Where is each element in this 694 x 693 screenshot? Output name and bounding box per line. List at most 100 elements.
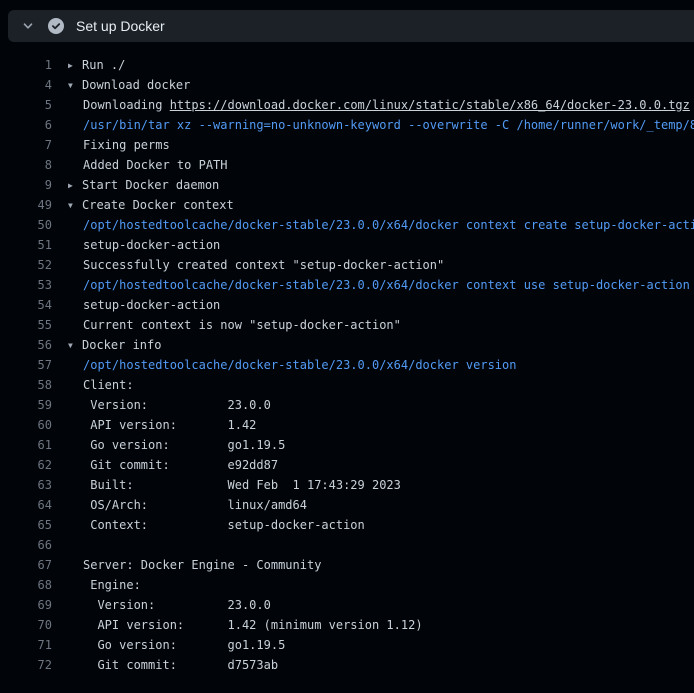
line-content: /opt/hostedtoolcache/docker-stable/23.0.… bbox=[52, 275, 694, 295]
line-content: /opt/hostedtoolcache/docker-stable/23.0.… bbox=[52, 215, 694, 235]
line-content: Git commit: d7573ab bbox=[52, 655, 694, 675]
line-content: Added Docker to PATH bbox=[52, 155, 694, 175]
log-line: 62 Git commit: e92dd87 bbox=[0, 455, 694, 475]
line-number[interactable]: 63 bbox=[0, 475, 52, 495]
line-number[interactable]: 62 bbox=[0, 455, 52, 475]
line-content: Built: Wed Feb 1 17:43:29 2023 bbox=[52, 475, 694, 495]
triangle-collapsed-icon[interactable]: ▶ bbox=[68, 56, 82, 75]
log-line: 60 API version: 1.42 bbox=[0, 415, 694, 435]
log-text: Git commit: d7573ab bbox=[83, 658, 278, 672]
log-line: 65 Context: setup-docker-action bbox=[0, 515, 694, 535]
group-header[interactable]: ▼Download docker bbox=[52, 75, 694, 95]
line-number[interactable]: 8 bbox=[0, 155, 52, 175]
group-header[interactable]: ▶Start Docker daemon bbox=[52, 175, 694, 195]
line-number[interactable]: 49 bbox=[0, 195, 52, 215]
line-number[interactable]: 64 bbox=[0, 495, 52, 515]
line-content: Current context is now "setup-docker-act… bbox=[52, 315, 694, 335]
log-line: 67 Server: Docker Engine - Community bbox=[0, 555, 694, 575]
line-number[interactable]: 4 bbox=[0, 75, 52, 95]
line-number[interactable]: 70 bbox=[0, 615, 52, 635]
log-text: setup-docker-action bbox=[83, 298, 220, 312]
line-number[interactable]: 58 bbox=[0, 375, 52, 395]
line-number[interactable]: 72 bbox=[0, 655, 52, 675]
line-content: Fixing perms bbox=[52, 135, 694, 155]
line-content: /usr/bin/tar xz --warning=no-unknown-key… bbox=[52, 115, 694, 135]
log-line: 71 Go version: go1.19.5 bbox=[0, 635, 694, 655]
log-line: 61 Go version: go1.19.5 bbox=[0, 435, 694, 455]
triangle-expanded-icon[interactable]: ▼ bbox=[68, 336, 82, 355]
chevron-down-icon[interactable] bbox=[16, 14, 40, 38]
line-content: API version: 1.42 (minimum version 1.12) bbox=[52, 615, 694, 635]
line-number[interactable]: 56 bbox=[0, 335, 52, 355]
log-text: Fixing perms bbox=[83, 138, 170, 152]
log-line: 72 Git commit: d7573ab bbox=[0, 655, 694, 675]
log-command-text: /opt/hostedtoolcache/docker-stable/23.0.… bbox=[83, 218, 694, 232]
log-text: Start Docker daemon bbox=[82, 178, 219, 192]
log-text: Create Docker context bbox=[82, 198, 234, 212]
line-content: Context: setup-docker-action bbox=[52, 515, 694, 535]
log-line: 5Downloading https://download.docker.com… bbox=[0, 95, 694, 115]
triangle-collapsed-icon[interactable]: ▶ bbox=[68, 176, 82, 195]
line-number[interactable]: 52 bbox=[0, 255, 52, 275]
line-number[interactable]: 67 bbox=[0, 555, 52, 575]
log-text: Server: Docker Engine - Community bbox=[83, 558, 321, 572]
line-number[interactable]: 53 bbox=[0, 275, 52, 295]
log-line: 56▼Docker info bbox=[0, 335, 694, 355]
line-content: Downloading https://download.docker.com/… bbox=[52, 95, 694, 115]
line-content: Engine: bbox=[52, 575, 694, 595]
line-content bbox=[52, 535, 694, 555]
log-line: 57/opt/hostedtoolcache/docker-stable/23.… bbox=[0, 355, 694, 375]
line-number[interactable]: 54 bbox=[0, 295, 52, 315]
group-header[interactable]: ▼Docker info bbox=[52, 335, 694, 355]
triangle-expanded-icon[interactable]: ▼ bbox=[68, 76, 82, 95]
group-header[interactable]: ▶Run ./ bbox=[52, 55, 694, 75]
log-line: 52 Successfully created context "setup-do… bbox=[0, 255, 694, 275]
line-content: setup-docker-action bbox=[52, 235, 694, 255]
log-line: 58Client: bbox=[0, 375, 694, 395]
log-line: 4▼Download docker bbox=[0, 75, 694, 95]
log-text: API version: 1.42 bbox=[83, 418, 256, 432]
log-text: Version: 23.0.0 bbox=[83, 398, 271, 412]
line-content: OS/Arch: linux/amd64 bbox=[52, 495, 694, 515]
log-line: 70 API version: 1.42 (minimum version 1.… bbox=[0, 615, 694, 635]
log-line: 59 Version: 23.0.0 bbox=[0, 395, 694, 415]
line-content: Git commit: e92dd87 bbox=[52, 455, 694, 475]
line-content: Successfully created context "setup-dock… bbox=[52, 255, 694, 275]
line-number[interactable]: 7 bbox=[0, 135, 52, 155]
line-number[interactable]: 51 bbox=[0, 235, 52, 255]
line-number[interactable]: 60 bbox=[0, 415, 52, 435]
line-number[interactable]: 68 bbox=[0, 575, 52, 595]
step-header[interactable]: Set up Docker bbox=[8, 10, 694, 42]
line-number[interactable]: 5 bbox=[0, 95, 52, 115]
line-number[interactable]: 57 bbox=[0, 355, 52, 375]
log-line: 49▼Create Docker context bbox=[0, 195, 694, 215]
log-text: Go version: go1.19.5 bbox=[83, 638, 285, 652]
line-number[interactable]: 65 bbox=[0, 515, 52, 535]
triangle-expanded-icon[interactable]: ▼ bbox=[68, 196, 82, 215]
log-line: 69 Version: 23.0.0 bbox=[0, 595, 694, 615]
log-command-text: /usr/bin/tar xz --warning=no-unknown-key… bbox=[83, 118, 694, 132]
log-command-text: /opt/hostedtoolcache/docker-stable/23.0.… bbox=[83, 278, 690, 292]
line-number[interactable]: 59 bbox=[0, 395, 52, 415]
line-number[interactable]: 6 bbox=[0, 115, 52, 135]
line-number[interactable]: 61 bbox=[0, 435, 52, 455]
line-number[interactable]: 69 bbox=[0, 595, 52, 615]
line-number[interactable]: 71 bbox=[0, 635, 52, 655]
log-line: 55Current context is now "setup-docker-a… bbox=[0, 315, 694, 335]
line-number[interactable]: 9 bbox=[0, 175, 52, 195]
log-text: Successfully created context "setup-dock… bbox=[83, 258, 444, 272]
log-link[interactable]: https://download.docker.com/linux/static… bbox=[170, 98, 690, 112]
log-line: 64 OS/Arch: linux/amd64 bbox=[0, 495, 694, 515]
line-number[interactable]: 1 bbox=[0, 55, 52, 75]
line-number[interactable]: 50 bbox=[0, 215, 52, 235]
log-text: Downloading bbox=[83, 98, 170, 112]
line-number[interactable]: 55 bbox=[0, 315, 52, 335]
group-header[interactable]: ▼Create Docker context bbox=[52, 195, 694, 215]
log-text: Go version: go1.19.5 bbox=[83, 438, 285, 452]
line-content: setup-docker-action bbox=[52, 295, 694, 315]
log-line: 54 setup-docker-action bbox=[0, 295, 694, 315]
line-number[interactable]: 66 bbox=[0, 535, 52, 555]
log-line: 6/usr/bin/tar xz --warning=no-unknown-ke… bbox=[0, 115, 694, 135]
log-line: 9▶Start Docker daemon bbox=[0, 175, 694, 195]
log-line: 8Added Docker to PATH bbox=[0, 155, 694, 175]
